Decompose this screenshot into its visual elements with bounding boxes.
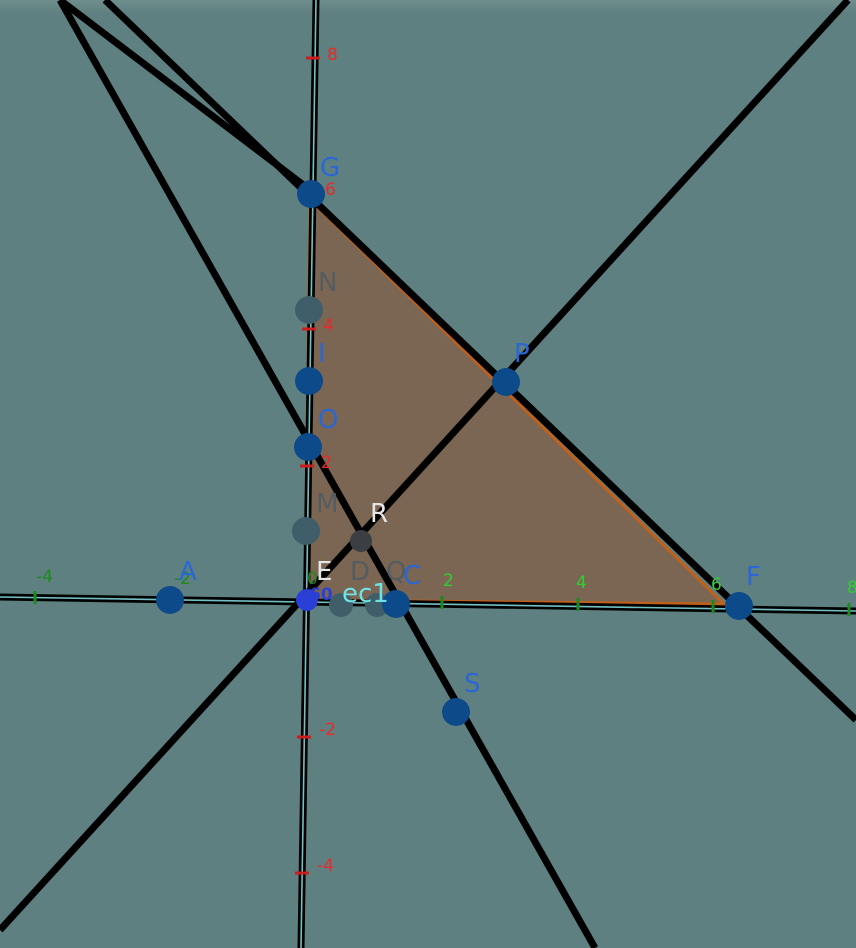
point-i[interactable] — [295, 367, 323, 395]
y-tick-label-6: 6 — [325, 180, 336, 200]
point-a[interactable] — [156, 586, 184, 614]
y-tick-label-2: 2 — [321, 453, 332, 473]
x-tick-label-6: 6 — [711, 575, 722, 595]
point-f[interactable] — [725, 592, 753, 620]
label-f: F — [746, 562, 761, 592]
label-q: Q — [386, 557, 406, 587]
point-o[interactable] — [294, 433, 322, 461]
geometry-canvas[interactable]: -4 -2 0 2 4 6 8 8 6 4 2 -2 -4 A C F G P … — [0, 0, 856, 948]
label-m: M — [316, 489, 338, 519]
x-tick-label-2: 2 — [443, 571, 454, 591]
label-s: S — [464, 669, 481, 699]
label-g: G — [320, 153, 340, 183]
label-p: P — [514, 339, 530, 369]
y-tick-label-neg4: -4 — [317, 856, 334, 876]
label-r: R — [370, 499, 388, 529]
label-i: I — [318, 339, 326, 369]
y-tick-label-4: 4 — [323, 316, 334, 336]
x-tick-label-neg4: -4 — [36, 567, 53, 587]
point-g[interactable] — [297, 180, 325, 208]
point-r[interactable] — [350, 530, 372, 552]
y-tick-label-neg2: -2 — [319, 720, 336, 740]
y-tick-label-8: 8 — [327, 45, 338, 65]
label-o: O — [318, 405, 338, 435]
label-a: A — [179, 557, 197, 587]
point-n[interactable] — [295, 296, 323, 324]
label-origin-tag: 60 — [309, 585, 333, 605]
point-s[interactable] — [442, 698, 470, 726]
x-tick-label-4: 4 — [576, 573, 587, 593]
label-e: E — [316, 557, 332, 587]
label-n: N — [318, 268, 337, 298]
point-p[interactable] — [492, 368, 520, 396]
geometry-scene[interactable]: -4 -2 0 2 4 6 8 8 6 4 2 -2 -4 A C F G P … — [0, 0, 856, 948]
point-m[interactable] — [292, 517, 320, 545]
line-through-p-r[interactable] — [0, 0, 851, 933]
label-vector-ec1: ec1 — [342, 579, 389, 609]
x-tick-label-8: 8 — [847, 578, 856, 598]
line-through-g-axis[interactable] — [57, 0, 313, 193]
